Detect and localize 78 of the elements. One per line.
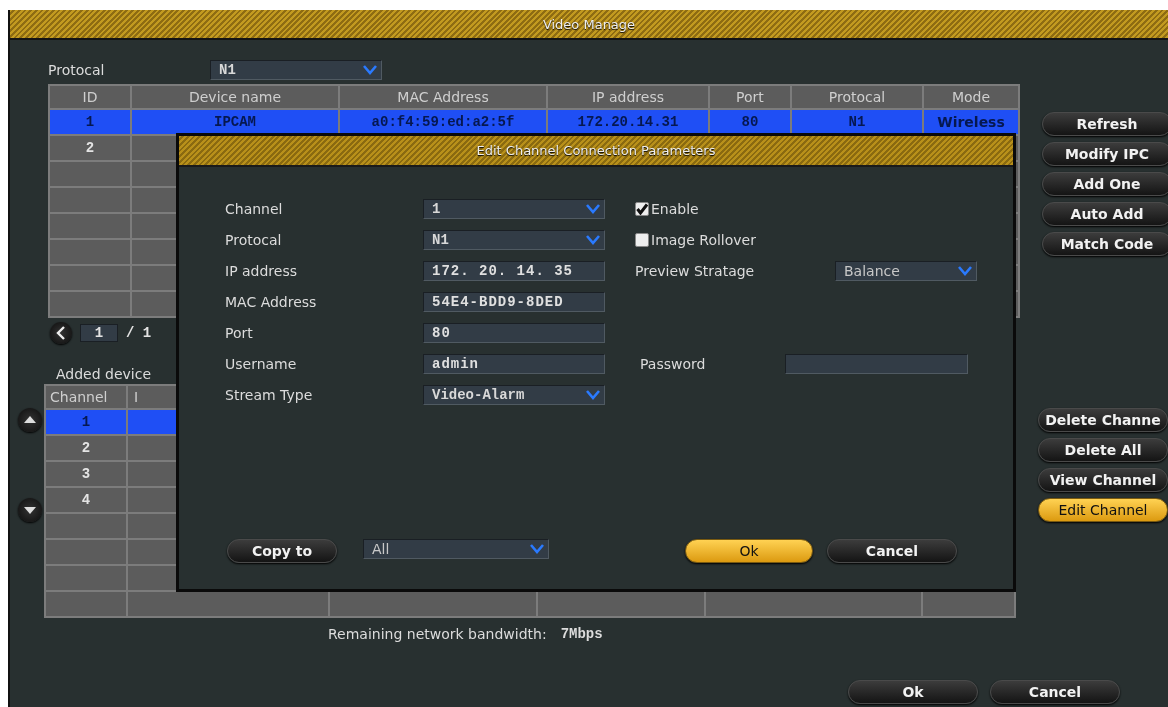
- column-header: ID: [82, 89, 98, 105]
- checkbox-label: Image Rollover: [651, 232, 756, 248]
- dropdown[interactable]: Balance: [835, 261, 977, 281]
- action-button[interactable]: Delete Channe: [1038, 408, 1168, 432]
- table-cell: Wireless: [937, 114, 1005, 130]
- chevron-down-icon: [530, 544, 544, 554]
- dropdown[interactable]: All: [363, 539, 549, 559]
- input-field[interactable]: 54E4-BDD9-8DED: [423, 292, 605, 312]
- window-title: Video Manage: [10, 10, 1168, 40]
- field-label: Channel: [225, 201, 284, 217]
- dropdown[interactable]: N1: [423, 230, 605, 250]
- field-label: Username: [225, 356, 298, 372]
- field-label: Port: [225, 325, 254, 341]
- action-button[interactable]: Delete All: [1038, 438, 1168, 462]
- ok-button[interactable]: Ok: [848, 680, 978, 704]
- table-cell: 80: [741, 114, 759, 130]
- table-cell: 4: [81, 492, 91, 508]
- field-label: IP address: [225, 263, 299, 279]
- password-field[interactable]: [785, 354, 968, 374]
- column-header: Device name: [188, 89, 281, 105]
- chevron-down-icon: [586, 390, 600, 400]
- table-cell: IPCAM: [214, 114, 256, 130]
- page-total: / 1: [126, 325, 152, 341]
- dialog-title: Edit Channel Connection Parameters: [179, 136, 1013, 167]
- column-header: Port: [736, 89, 764, 105]
- page-field[interactable]: 1: [80, 324, 118, 342]
- field-label: MAC Address: [225, 294, 318, 310]
- action-button[interactable]: Add One: [1042, 172, 1168, 196]
- column-header: MAC Address: [397, 89, 489, 105]
- field-label: Password: [639, 356, 707, 372]
- table-cell: 172.20.14.31: [577, 114, 679, 130]
- cancel-button[interactable]: Cancel: [990, 680, 1120, 704]
- dropdown[interactable]: N1: [210, 60, 382, 80]
- ok-button[interactable]: Ok: [685, 539, 813, 563]
- table-cell: a0:f4:59:ed:a2:5f: [371, 114, 515, 130]
- bandwidth-value: 7Mbps: [560, 626, 603, 642]
- input-field[interactable]: 80: [423, 323, 605, 343]
- cancel-button[interactable]: Cancel: [827, 539, 957, 563]
- input-field[interactable]: 172. 20. 14. 35: [423, 261, 605, 281]
- column-header: Channel: [50, 389, 108, 405]
- chevron-down-icon: [958, 266, 972, 276]
- column-header: IP address: [592, 89, 664, 105]
- scroll-up-button[interactable]: [18, 408, 42, 432]
- table-cell: N1: [848, 114, 866, 130]
- table-cell: 1: [81, 414, 91, 430]
- action-button[interactable]: Auto Add: [1042, 202, 1168, 226]
- input-field[interactable]: admin: [423, 354, 605, 374]
- chevron-down-icon: [586, 235, 600, 245]
- scroll-down-button[interactable]: [18, 498, 42, 522]
- field-label: Protocal: [225, 232, 283, 248]
- action-button[interactable]: Refresh: [1042, 112, 1168, 136]
- table-cell: 3: [81, 466, 91, 482]
- action-button[interactable]: View Channel: [1038, 468, 1168, 492]
- column-header: Protocal: [828, 89, 886, 105]
- copy-to-button[interactable]: Copy to: [227, 539, 337, 563]
- checkmark-icon: [636, 203, 648, 215]
- checkbox-label: Enable: [651, 201, 699, 217]
- checkbox[interactable]: [635, 202, 649, 216]
- table-cell: 2: [81, 440, 91, 456]
- bandwidth-label: Remaining network bandwidth:: [328, 626, 547, 642]
- table-cell: 2: [85, 140, 95, 156]
- column-header: Mode: [951, 89, 991, 105]
- dropdown[interactable]: 1: [423, 199, 605, 219]
- field-label: Protocal: [48, 62, 106, 78]
- dropdown[interactable]: Video-Alarm: [423, 385, 605, 405]
- action-button[interactable]: Edit Channel: [1038, 498, 1168, 522]
- chevron-left-icon: [55, 326, 67, 340]
- section-label: Added device: [56, 366, 153, 384]
- action-button[interactable]: Modify IPC: [1042, 142, 1168, 166]
- checkbox[interactable]: [635, 233, 649, 247]
- chevron-down-icon: [363, 65, 377, 75]
- table-cell: 1: [85, 114, 95, 130]
- back-button[interactable]: [50, 322, 72, 344]
- field-label: Stream Type: [225, 387, 314, 403]
- field-label: Preview Stratage: [635, 263, 756, 279]
- chevron-down-icon: [586, 204, 600, 214]
- column-header: I: [134, 389, 139, 405]
- action-button[interactable]: Match Code: [1042, 232, 1168, 256]
